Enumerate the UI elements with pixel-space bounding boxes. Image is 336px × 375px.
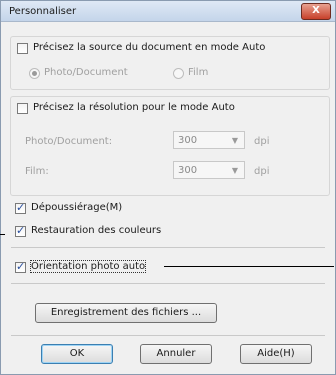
dialog-title: Personnaliser bbox=[9, 6, 77, 17]
resolution-photo-select[interactable]: 300 ▼ bbox=[173, 131, 245, 149]
cancel-button[interactable]: Annuler bbox=[140, 344, 212, 364]
callout-line-left bbox=[0, 234, 5, 235]
radio-film-label: Film bbox=[188, 67, 209, 78]
radio-photo-document[interactable] bbox=[29, 68, 40, 79]
chevron-down-icon: ▼ bbox=[231, 166, 238, 175]
auto-orientation-label: Orientation photo auto bbox=[29, 260, 147, 273]
dust-removal-label: Dépoussiérage(M) bbox=[31, 202, 123, 213]
personnaliser-dialog: Personnaliser X Précisez la source du do… bbox=[0, 0, 336, 375]
resolution-group: Précisez la résolution pour le mode Auto… bbox=[10, 96, 330, 196]
resolution-photo-unit: dpi bbox=[254, 136, 270, 147]
radio-film[interactable] bbox=[173, 68, 184, 79]
resolution-film-select[interactable]: 300 ▼ bbox=[173, 161, 245, 179]
color-restoration-label: Restauration des couleurs bbox=[31, 225, 162, 236]
resolution-auto-label: Précisez la résolution pour le mode Auto bbox=[33, 102, 235, 113]
resolution-film-unit: dpi bbox=[254, 166, 270, 177]
resolution-photo-label: Photo/Document: bbox=[25, 136, 113, 147]
ok-button[interactable]: OK bbox=[41, 344, 113, 364]
color-restoration-checkbox[interactable] bbox=[15, 224, 26, 237]
source-auto-checkbox[interactable] bbox=[17, 43, 28, 54]
resolution-film-label: Film: bbox=[25, 166, 49, 177]
title-bar: Personnaliser X bbox=[1, 1, 335, 22]
separator bbox=[11, 283, 325, 284]
resolution-auto-checkbox[interactable] bbox=[17, 103, 28, 114]
resolution-photo-value: 300 bbox=[178, 135, 198, 146]
close-button[interactable]: X bbox=[301, 3, 331, 20]
file-save-button[interactable]: Enregistrement des fichiers ... bbox=[35, 303, 217, 323]
separator bbox=[11, 247, 325, 248]
source-group: Précisez la source du document en mode A… bbox=[10, 36, 330, 90]
dust-removal-checkbox[interactable] bbox=[15, 201, 26, 214]
separator bbox=[11, 335, 325, 336]
chevron-down-icon: ▼ bbox=[231, 136, 238, 145]
radio-photo-document-label: Photo/Document bbox=[44, 67, 128, 78]
resolution-film-value: 300 bbox=[178, 165, 198, 176]
callout-line-right bbox=[164, 266, 334, 267]
help-button[interactable]: Aide(H) bbox=[240, 344, 312, 364]
source-auto-label: Précisez la source du document en mode A… bbox=[33, 42, 266, 53]
close-icon: X bbox=[312, 5, 320, 16]
auto-orientation-checkbox[interactable] bbox=[15, 260, 26, 273]
